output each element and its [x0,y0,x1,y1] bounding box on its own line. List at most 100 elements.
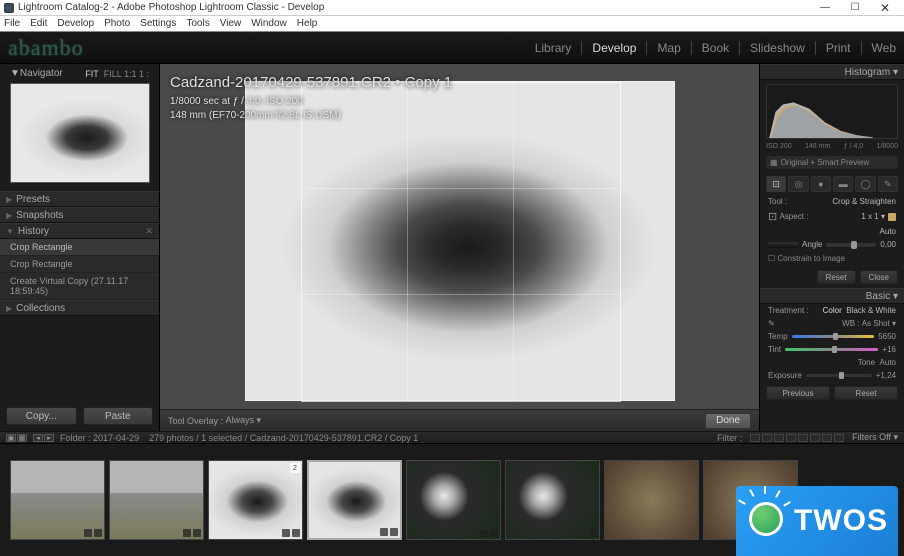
temp-value[interactable]: 5650 [878,332,896,341]
module-print[interactable]: Print [826,41,851,55]
filmstrip-thumb[interactable] [406,460,501,540]
filmstrip-thumb[interactable] [505,460,600,540]
collections-panel-header[interactable]: ▶Collections [0,300,159,316]
crop-icon[interactable]: ⊡ [768,210,777,223]
history-item[interactable]: Crop Rectangle [0,239,159,256]
crop-close-button[interactable]: Close [860,270,898,284]
filmstrip-thumb[interactable] [109,460,204,540]
crop-tool-button[interactable]: ⊡ [766,176,786,192]
aspect-lock-icon[interactable] [888,213,896,221]
filter-flag[interactable] [750,434,760,442]
angle-slider[interactable] [826,243,876,247]
nav-back-icon[interactable]: ◂ [33,434,43,442]
history-clear-icon[interactable]: ✕ [145,226,153,237]
filter-flag[interactable] [774,434,784,442]
crop-gridline [513,83,514,401]
menu-view[interactable]: View [220,18,242,29]
thumb-badge-icon [94,529,102,537]
folder-name[interactable]: 2017-04-29 [93,433,139,443]
wb-value[interactable]: As Shot ▾ [862,319,896,328]
tint-value[interactable]: +16 [882,345,896,354]
copy-button[interactable]: Copy... [6,407,77,425]
redeye-tool-button[interactable]: ● [811,176,831,192]
paste-button[interactable]: Paste [83,407,154,425]
filter-flag[interactable] [786,434,796,442]
brush-tool-button[interactable]: ✎ [878,176,898,192]
angle-auto[interactable]: Auto [880,227,896,236]
constrain-checkbox[interactable]: ☐ [768,254,775,263]
filter-flag[interactable] [822,434,832,442]
filter-flag[interactable] [810,434,820,442]
gradient-tool-button[interactable]: ▬ [833,176,853,192]
nav-zoom-fit[interactable]: FIT [85,69,99,79]
module-map[interactable]: Map [657,41,680,55]
exposure-slider[interactable] [806,374,872,377]
filters-off[interactable]: Filters Off ▾ [852,432,898,443]
wb-picker-icon[interactable]: ✎ [768,319,775,328]
tool-label: Tool : [768,197,787,206]
module-develop[interactable]: Develop [592,41,636,55]
histogram-panel-header[interactable]: Histogram ▾ [760,64,904,80]
history-panel-header[interactable]: ▼History✕ [0,223,159,239]
menu-window[interactable]: Window [251,18,287,29]
filmstrip-thumb[interactable] [10,460,105,540]
reset-button[interactable]: Reset [834,386,898,400]
crop-reset-button[interactable]: Reset [817,270,856,284]
history-item[interactable]: Crop Rectangle [0,256,159,273]
filmstrip-thumb[interactable]: 2 [208,460,303,540]
module-book[interactable]: Book [702,41,729,55]
filter-flag[interactable] [834,434,844,442]
radial-tool-button[interactable]: ◯ [855,176,875,192]
menu-tools[interactable]: Tools [186,18,209,29]
temp-slider[interactable] [792,335,875,338]
menu-settings[interactable]: Settings [140,18,176,29]
aspect-value[interactable]: 1 x 1 ▾ [861,212,885,221]
menu-file[interactable]: File [4,18,20,29]
identity-plate: abambo [8,35,84,61]
module-slideshow[interactable]: Slideshow [750,41,805,55]
tool-overlay-mode[interactable]: Always ▾ [226,415,262,426]
treatment-bw[interactable]: Black & White [846,306,896,315]
histogram-display[interactable] [766,84,898,139]
snapshots-panel-header[interactable]: ▶Snapshots [0,207,159,223]
nav-forward-icon[interactable]: ▸ [44,434,54,442]
done-button[interactable]: Done [705,413,751,429]
image-info-overlay: Cadzand-20170429-537891.CR2 • Copy 1 1/8… [170,72,452,123]
navigator-thumbnail[interactable] [10,83,150,183]
previous-button[interactable]: Previous [766,386,830,400]
thumb-badge-icon [589,529,597,537]
minimize-button[interactable]: — [810,1,840,15]
histogram-iso: ISO 200 [766,143,792,150]
filmstrip-thumb[interactable] [604,460,699,540]
history-item[interactable]: Create Virtual Copy (27.11.17 18:59:45) [0,273,159,300]
navigator-disclosure-icon[interactable]: ▼ [10,68,20,79]
filter-flag[interactable] [798,434,808,442]
second-window-icon[interactable]: ▣ [6,434,16,442]
close-button[interactable]: ✕ [870,1,900,15]
basic-panel-header[interactable]: Basic ▾ [760,288,904,304]
tint-slider[interactable] [785,348,878,351]
tone-auto[interactable]: Auto [880,358,896,367]
grid-icon[interactable]: ▦ [17,434,27,442]
folder-label: Folder : [60,433,91,443]
menu-photo[interactable]: Photo [104,18,130,29]
filmstrip-thumb-selected[interactable] [307,460,402,540]
spot-tool-button[interactable]: ◎ [788,176,808,192]
straighten-tool-icon[interactable] [768,242,798,248]
presets-panel-header[interactable]: ▶Presets [0,191,159,207]
exposure-value[interactable]: +1,24 [876,371,896,380]
menu-develop[interactable]: Develop [57,18,94,29]
module-web[interactable]: Web [872,41,896,55]
maximize-button[interactable]: ☐ [840,1,870,15]
crop-overlay[interactable] [245,81,675,401]
menu-help[interactable]: Help [297,18,318,29]
nav-zoom-modes[interactable]: FILL 1:1 1 : [104,69,149,79]
develop-toolbar: Tool Overlay : Always ▾ Done [160,409,759,431]
crop-rectangle[interactable] [301,82,621,402]
menu-edit[interactable]: Edit [30,18,47,29]
module-library[interactable]: Library [535,41,572,55]
thumb-badge-icon [292,529,300,537]
treatment-color[interactable]: Color [823,306,842,315]
filter-flag[interactable] [762,434,772,442]
copy-count-badge: 2 [290,463,300,473]
